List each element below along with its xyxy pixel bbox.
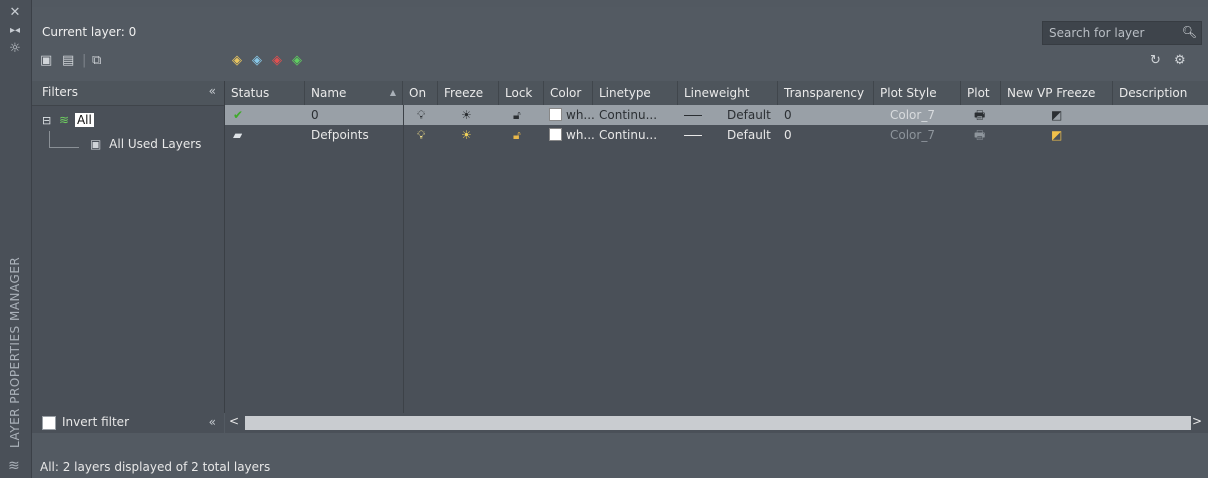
table-row[interactable]: ✔ 0 💡︎ ☀ 🔓︎ wh... Continu... Default 0 C… — [225, 105, 1208, 125]
settings-icon[interactable]: ⚙ — [1174, 52, 1186, 70]
plot-printer-icon[interactable]: 🖶︎ — [974, 105, 985, 125]
column-header-name[interactable]: Name ▲ — [305, 81, 403, 105]
layer-name[interactable]: Defpoints — [311, 125, 369, 145]
invert-filter-row: Invert filter « — [32, 413, 224, 433]
search-icon[interactable]: 🔍︎ — [1182, 25, 1197, 39]
palette-title-strip: ✕ ▸◂ ☼ LAYER PROPERTIES MANAGER ≋ — [0, 0, 32, 478]
filters-title: Filters — [42, 85, 78, 99]
layer-on-bulb-icon[interactable]: 💡︎ — [417, 105, 425, 125]
tree-item-label: All — [74, 113, 94, 127]
layer-grid: Status Name ▲ On Freeze Lock Color Linety… — [225, 81, 1208, 413]
refresh-icon[interactable]: ↻ — [1150, 52, 1161, 70]
scrollbar-thumb[interactable] — [245, 416, 1191, 430]
column-header-lock[interactable]: Lock — [499, 81, 544, 105]
new-vp-freeze-icon[interactable]: ◩ — [1051, 105, 1062, 125]
layer-lineweight[interactable]: Default — [727, 125, 771, 145]
horizontal-scrollbar[interactable]: < > — [225, 413, 1208, 433]
frozen-column-divider — [403, 105, 404, 413]
column-header-status[interactable]: Status — [225, 81, 305, 105]
column-header-plot[interactable]: Plot — [961, 81, 1001, 105]
collapse-filters-icon[interactable]: « — [209, 84, 216, 98]
filters-header: Filters « — [32, 81, 224, 106]
lineweight-line — [684, 115, 702, 116]
layer-freeze-sun-icon[interactable]: ☀ — [461, 105, 472, 125]
layer-status-icon: ▰ — [233, 128, 243, 142]
tree-line — [49, 131, 50, 147]
toolbar-divider: | — [82, 53, 87, 68]
color-swatch — [549, 108, 562, 121]
new-layer-icon[interactable]: ◈ — [232, 52, 242, 70]
column-header-description[interactable]: Description — [1113, 81, 1208, 105]
new-vp-freeze-icon[interactable]: ◩ — [1051, 125, 1062, 145]
layer-linetype[interactable]: Continu... — [599, 105, 657, 125]
window-frame: ✕ ▸◂ ☼ LAYER PROPERTIES MANAGER ≋ Curren… — [0, 0, 1209, 478]
main-panel: Current layer: 0 🔍︎ ▣ ▤ | ⧉ ◈ ◈ ◈ ◈ ↻ ⚙ … — [32, 7, 1208, 478]
layer-color[interactable]: wh... — [549, 105, 595, 125]
properties-icon[interactable]: ☼ — [8, 42, 22, 56]
close-icon[interactable]: ✕ — [8, 6, 22, 20]
invert-filter-checkbox[interactable] — [42, 416, 56, 430]
column-header-transparency[interactable]: Transparency — [778, 81, 874, 105]
layer-unlocked-icon[interactable]: 🔓︎ — [513, 125, 521, 145]
new-group-filter-icon[interactable]: ▤ — [62, 52, 74, 70]
current-layer-status-icon: ✔ — [233, 108, 244, 122]
color-swatch — [549, 128, 562, 141]
new-property-filter-icon[interactable]: ▣ — [40, 52, 52, 70]
column-header-name-label: Name — [311, 86, 347, 100]
sort-ascending-icon: ▲ — [389, 88, 396, 97]
lineweight-line — [684, 135, 702, 136]
column-header-freeze[interactable]: Freeze — [438, 81, 499, 105]
tree-collapse-icon[interactable]: ⊟ — [42, 114, 51, 127]
auto-hide-icon[interactable]: ▸◂ — [8, 24, 22, 38]
layer-color[interactable]: wh... — [549, 125, 595, 145]
layer-color-label: wh... — [566, 108, 595, 122]
column-header-on[interactable]: On — [403, 81, 438, 105]
search-input[interactable] — [1047, 24, 1179, 42]
column-header-linetype[interactable]: Linetype — [593, 81, 678, 105]
layer-stack-icon: ≋ — [8, 458, 20, 474]
new-layer-vp-frozen-icon[interactable]: ◈ — [252, 52, 262, 70]
tree-item-all[interactable]: ⊟ ≋ All — [42, 113, 94, 131]
layer-plot-style: Color_7 — [890, 108, 935, 122]
set-current-icon[interactable]: ◈ — [292, 52, 302, 70]
tree-line — [49, 147, 79, 148]
plot-printer-icon[interactable]: 🖶︎ — [974, 125, 985, 145]
column-header-color[interactable]: Color — [544, 81, 593, 105]
delete-layer-icon[interactable]: ◈ — [272, 52, 282, 70]
filters-panel: Filters « ⊟ ≋ All ▣ All Used Layers — [32, 81, 225, 413]
all-filter-icon: ≋ — [59, 113, 70, 127]
layer-unlocked-icon[interactable]: 🔓︎ — [513, 105, 521, 125]
search-box[interactable]: 🔍︎ — [1042, 21, 1202, 45]
table-row[interactable]: ▰ Defpoints 💡︎ ☀ 🔓︎ wh... Continu... Def… — [225, 125, 1208, 145]
tree-item-all-used-layers[interactable]: ▣ All Used Layers — [90, 137, 201, 151]
current-layer-label: Current layer: 0 — [42, 25, 137, 39]
collapse-filters-bottom-icon[interactable]: « — [209, 415, 216, 429]
layer-states-manager-icon[interactable]: ⧉ — [92, 52, 101, 70]
column-header-new-vp-freeze[interactable]: New VP Freeze — [1001, 81, 1113, 105]
layer-transparency[interactable]: 0 — [784, 125, 792, 145]
layer-linetype[interactable]: Continu... — [599, 125, 657, 145]
used-layers-filter-icon: ▣ — [90, 137, 102, 151]
layer-on-bulb-icon[interactable]: 💡︎ — [417, 125, 425, 145]
invert-filter-label[interactable]: Invert filter — [62, 415, 129, 429]
layer-color-label: wh... — [566, 128, 595, 142]
status-bar-text: All: 2 layers displayed of 2 total layer… — [40, 460, 271, 474]
layer-lineweight[interactable]: Default — [727, 105, 771, 125]
column-header-lineweight[interactable]: Lineweight — [678, 81, 778, 105]
palette-title: LAYER PROPERTIES MANAGER — [8, 256, 22, 448]
scroll-right-button[interactable]: > — [1192, 414, 1202, 428]
layer-properties-manager-palette: ✕ ▸◂ ☼ LAYER PROPERTIES MANAGER ≋ Curren… — [0, 0, 1208, 478]
layer-name[interactable]: 0 — [311, 105, 319, 125]
layer-transparency[interactable]: 0 — [784, 105, 792, 125]
scroll-left-button[interactable]: < — [229, 414, 239, 428]
layer-plot-style: Color_7 — [890, 128, 935, 142]
tree-item-label: All Used Layers — [109, 137, 202, 151]
column-header-plot-style[interactable]: Plot Style — [874, 81, 961, 105]
layer-freeze-sun-icon[interactable]: ☀ — [461, 125, 472, 145]
